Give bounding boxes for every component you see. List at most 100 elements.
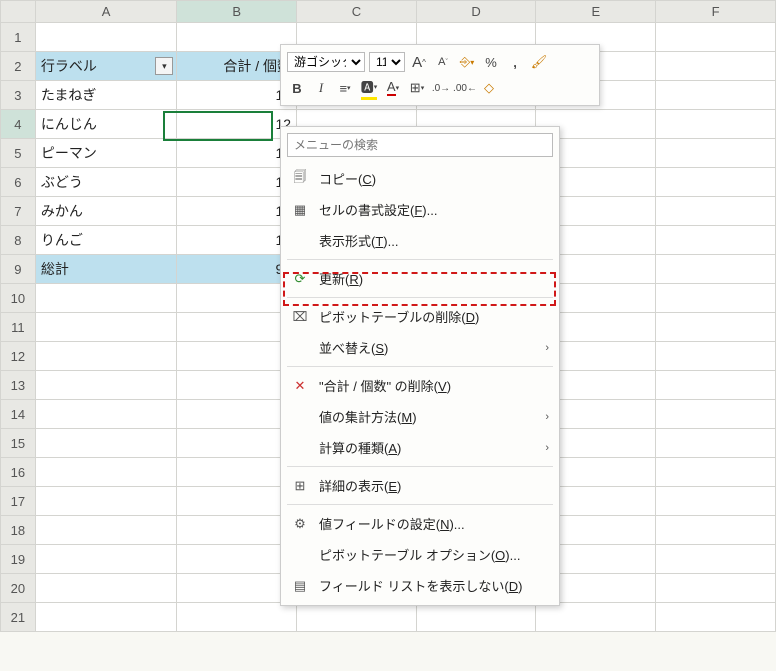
menu-delete-pivot[interactable]: ⌧ ピボットテーブルの削除(D) bbox=[281, 301, 559, 332]
fill-color-icon[interactable]: 🅰▾ bbox=[359, 78, 379, 98]
refresh-icon: ⟳ bbox=[289, 270, 311, 288]
col-header-c[interactable]: C bbox=[297, 1, 417, 23]
row-header[interactable]: 16 bbox=[1, 458, 36, 487]
menu-separator bbox=[287, 466, 553, 467]
decrease-decimal-icon[interactable]: .00← bbox=[455, 78, 475, 98]
menu-format-cells[interactable]: ▦ セルの書式設定(F)... bbox=[281, 194, 559, 225]
decrease-font-icon[interactable]: Aˇ bbox=[433, 52, 453, 72]
menu-pivot-options[interactable]: ピボットテーブル オプション(O)... bbox=[281, 539, 559, 570]
row-header[interactable]: 2 bbox=[1, 52, 36, 81]
percent-icon[interactable]: % bbox=[481, 52, 501, 72]
menu-label: フィールド リストを表示しない(D) bbox=[319, 576, 549, 595]
row-header[interactable]: 21 bbox=[1, 603, 36, 632]
borders-icon[interactable]: ⊞▾ bbox=[407, 78, 427, 98]
col-header-b[interactable]: B bbox=[177, 1, 297, 23]
chevron-right-icon: › bbox=[545, 342, 549, 354]
blank-icon bbox=[289, 232, 311, 250]
menu-refresh[interactable]: ⟳ 更新(R) bbox=[281, 263, 559, 294]
italic-button[interactable]: I bbox=[311, 78, 331, 98]
menu-value-field-settings[interactable]: ⚙ 値フィールドの設定(N)... bbox=[281, 508, 559, 539]
select-all-corner[interactable] bbox=[1, 1, 36, 23]
row-header[interactable]: 19 bbox=[1, 545, 36, 574]
row-header[interactable]: 5 bbox=[1, 139, 36, 168]
pivot-row-label-header[interactable]: 行ラベル ▾ bbox=[35, 52, 177, 81]
menu-hide-field-list[interactable]: ▤ フィールド リストを表示しない(D) bbox=[281, 570, 559, 601]
menu-label: "合計 / 個数" の削除(V) bbox=[319, 376, 549, 395]
cell[interactable]: 16 bbox=[177, 197, 297, 226]
mini-toolbar: 游ゴシック 11 A^ Aˇ ⎆▾ % , 🖌 B I ≡▾ 🅰▾ A▾ ⊞▾ … bbox=[280, 44, 600, 106]
menu-search-input[interactable] bbox=[287, 133, 553, 157]
comma-style-icon[interactable]: , bbox=[505, 52, 525, 72]
menu-label: 詳細の表示(E) bbox=[319, 476, 549, 495]
blank-icon bbox=[289, 546, 311, 564]
cell[interactable]: ぶどう bbox=[35, 168, 177, 197]
menu-summarize-by[interactable]: 値の集計方法(M) › bbox=[281, 401, 559, 432]
blank-icon bbox=[289, 439, 311, 457]
cell[interactable]: りんご bbox=[35, 226, 177, 255]
clear-format-icon[interactable]: ◇ bbox=[479, 78, 499, 98]
font-select[interactable]: 游ゴシック bbox=[287, 52, 365, 72]
pivot-total-label[interactable]: 総計 bbox=[35, 255, 177, 284]
menu-show-values-as[interactable]: 計算の種類(A) › bbox=[281, 432, 559, 463]
cell[interactable]: にんじん bbox=[35, 110, 177, 139]
context-menu: 🗐 コピー(C) ▦ セルの書式設定(F)... 表示形式(T)... ⟳ 更新… bbox=[280, 126, 560, 606]
cell[interactable]: みかん bbox=[35, 197, 177, 226]
menu-copy[interactable]: 🗐 コピー(C) bbox=[281, 163, 559, 194]
row-header[interactable]: 20 bbox=[1, 574, 36, 603]
row-header[interactable]: 15 bbox=[1, 429, 36, 458]
accounting-format-icon[interactable]: ⎆▾ bbox=[457, 52, 477, 72]
cell[interactable]: ピーマン bbox=[35, 139, 177, 168]
col-header-a[interactable]: A bbox=[35, 1, 177, 23]
row-header[interactable]: 3 bbox=[1, 81, 36, 110]
row-header[interactable]: 18 bbox=[1, 516, 36, 545]
format-cells-icon: ▦ bbox=[289, 201, 311, 219]
col-header-d[interactable]: D bbox=[416, 1, 536, 23]
cell[interactable]: 15 bbox=[177, 226, 297, 255]
cell[interactable]: 13 bbox=[177, 81, 297, 110]
show-details-icon: ⊞ bbox=[289, 477, 311, 495]
col-header-f[interactable]: F bbox=[656, 1, 776, 23]
menu-label: ピボットテーブルの削除(D) bbox=[319, 307, 549, 326]
menu-label: 並べ替え(S) bbox=[319, 338, 545, 357]
chevron-right-icon: › bbox=[545, 442, 549, 454]
blank-icon bbox=[289, 339, 311, 357]
font-color-icon[interactable]: A▾ bbox=[383, 78, 403, 98]
row-header[interactable]: 10 bbox=[1, 284, 36, 313]
row-header[interactable]: 4 bbox=[1, 110, 36, 139]
row-header[interactable]: 17 bbox=[1, 487, 36, 516]
menu-label: 計算の種類(A) bbox=[319, 438, 545, 457]
col-header-e[interactable]: E bbox=[536, 1, 656, 23]
row-header[interactable]: 1 bbox=[1, 23, 36, 52]
menu-sort[interactable]: 並べ替え(S) › bbox=[281, 332, 559, 363]
bold-button[interactable]: B bbox=[287, 78, 307, 98]
delete-pivot-icon: ⌧ bbox=[289, 308, 311, 326]
cell[interactable]: たまねぎ bbox=[35, 81, 177, 110]
menu-label: 値フィールドの設定(N)... bbox=[319, 514, 549, 533]
pivot-total-value[interactable]: 93 bbox=[177, 255, 297, 284]
menu-number-format[interactable]: 表示形式(T)... bbox=[281, 225, 559, 256]
row-header[interactable]: 13 bbox=[1, 371, 36, 400]
row-header[interactable]: 11 bbox=[1, 313, 36, 342]
cell[interactable]: 18 bbox=[177, 168, 297, 197]
increase-font-icon[interactable]: A^ bbox=[409, 52, 429, 72]
row-header[interactable]: 14 bbox=[1, 400, 36, 429]
increase-decimal-icon[interactable]: .0→ bbox=[431, 78, 451, 98]
row-header[interactable]: 6 bbox=[1, 168, 36, 197]
align-icon[interactable]: ≡▾ bbox=[335, 78, 355, 98]
font-size-select[interactable]: 11 bbox=[369, 52, 405, 72]
menu-label: コピー(C) bbox=[319, 169, 549, 188]
menu-remove-field[interactable]: ✕ "合計 / 個数" の削除(V) bbox=[281, 370, 559, 401]
settings-icon: ⚙ bbox=[289, 515, 311, 533]
pivot-value-header[interactable]: 合計 / 個数 bbox=[177, 52, 297, 81]
row-header[interactable]: 8 bbox=[1, 226, 36, 255]
row-header[interactable]: 7 bbox=[1, 197, 36, 226]
cell[interactable]: 16 bbox=[177, 139, 297, 168]
row-header[interactable]: 12 bbox=[1, 342, 36, 371]
blank-icon bbox=[289, 408, 311, 426]
field-list-icon: ▤ bbox=[289, 577, 311, 595]
row-header[interactable]: 9 bbox=[1, 255, 36, 284]
menu-show-details[interactable]: ⊞ 詳細の表示(E) bbox=[281, 470, 559, 501]
filter-dropdown-icon[interactable]: ▾ bbox=[155, 57, 173, 75]
format-painter-icon[interactable]: 🖌 bbox=[529, 52, 549, 72]
cell-selected[interactable]: 12 bbox=[177, 110, 297, 139]
